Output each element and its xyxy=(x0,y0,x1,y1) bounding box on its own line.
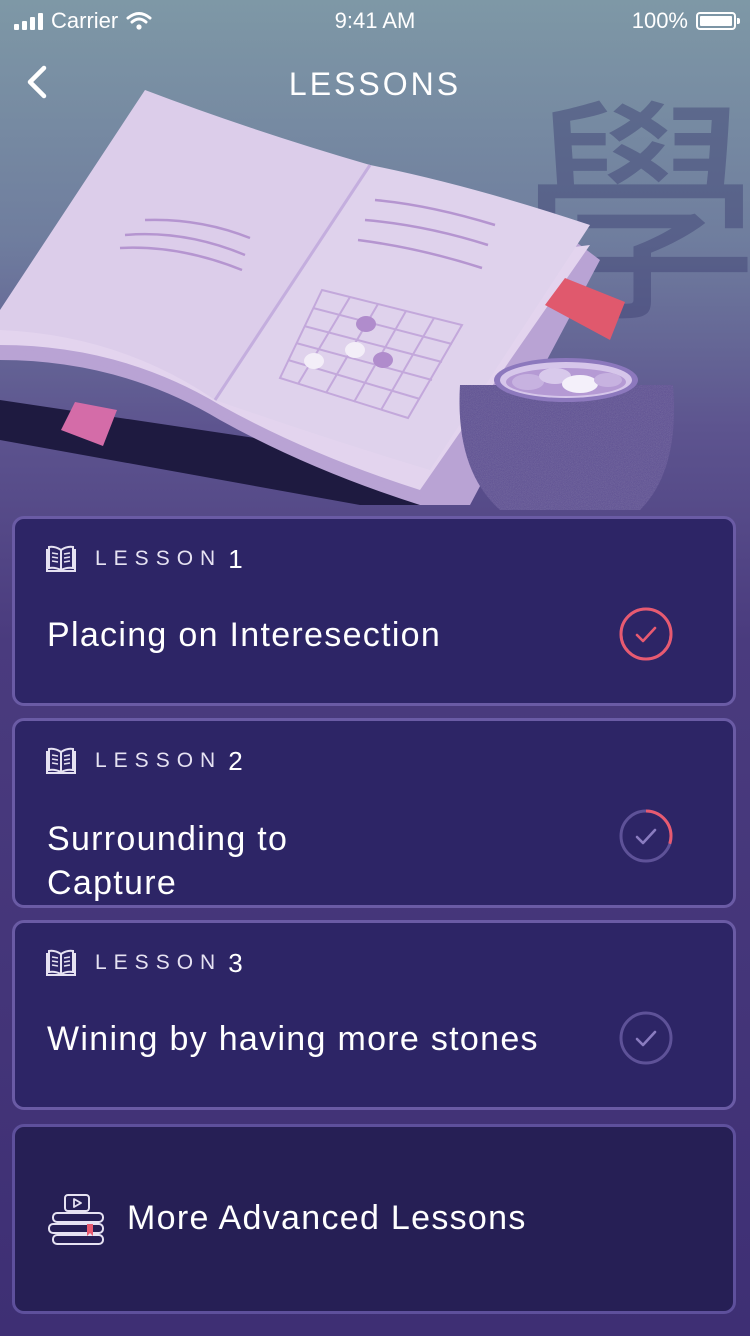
lesson-title: Wining by having more stones xyxy=(47,1020,539,1058)
lesson-card-3[interactable]: LESSON 3 Wining by having more stones xyxy=(12,920,736,1110)
lesson-number: 3 xyxy=(228,947,243,978)
lesson-label: LESSON xyxy=(95,951,223,974)
battery-percent: 100% xyxy=(631,8,688,33)
lesson-card-1[interactable]: LESSON 1 Placing on Interesection xyxy=(12,516,736,706)
video-books-icon xyxy=(48,1194,104,1245)
lesson-label: LESSON xyxy=(95,547,223,570)
lesson-label: LESSON xyxy=(95,749,223,772)
status-right: 100% xyxy=(631,8,740,34)
lesson-header: LESSON 1 xyxy=(45,543,243,575)
page-title: LESSONS xyxy=(288,66,462,102)
lesson-title: Placing on Interesection xyxy=(47,616,442,654)
lesson-header: LESSON 2 xyxy=(45,745,243,777)
status-bar: Carrier 9:41 AM 100% xyxy=(0,0,750,40)
book-icon xyxy=(46,949,76,976)
nav-bar: LESSONS xyxy=(0,50,750,116)
battery-icon xyxy=(696,12,740,30)
check-circle-icon[interactable] xyxy=(617,1009,675,1067)
book-icon xyxy=(46,545,76,572)
more-lessons-label: More Advanced Lessons xyxy=(127,1199,527,1237)
check-circle-icon[interactable] xyxy=(617,605,675,663)
book-icon xyxy=(46,747,76,774)
check-circle-icon[interactable] xyxy=(617,807,675,865)
more-lessons-button[interactable]: More Advanced Lessons xyxy=(12,1124,736,1314)
lesson-card-2[interactable]: LESSON 2 Surrounding to Capture xyxy=(12,718,736,908)
lesson-number: 2 xyxy=(228,745,243,776)
lesson-title: Surrounding to Capture xyxy=(47,820,289,902)
lesson-header: LESSON 3 xyxy=(45,947,243,979)
lesson-number: 1 xyxy=(228,543,243,574)
